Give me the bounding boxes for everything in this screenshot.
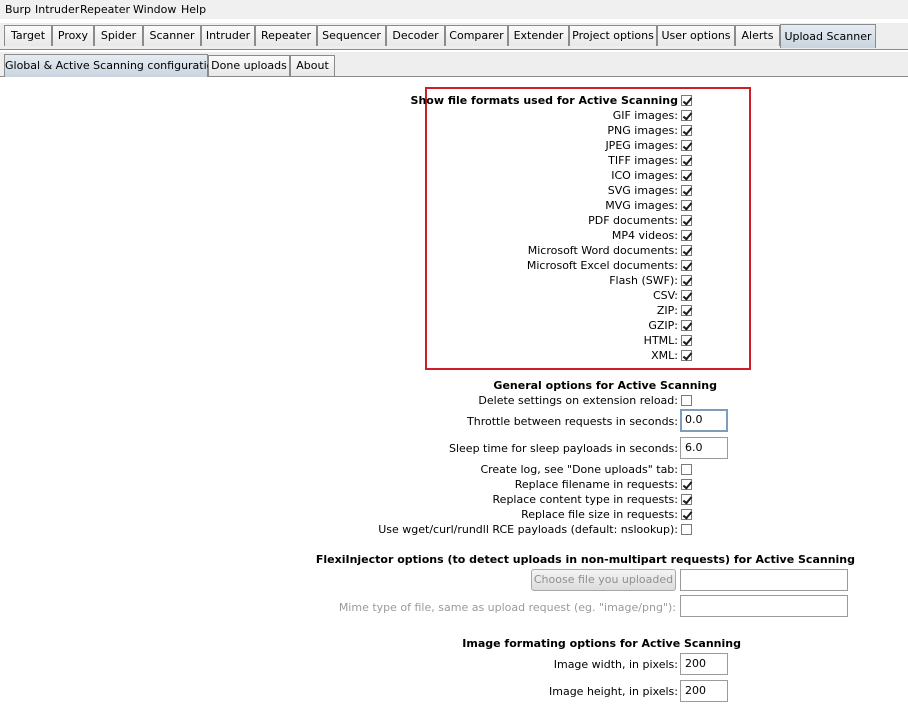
delete-settings-checkbox[interactable]: [681, 395, 692, 406]
tab-upload-scanner[interactable]: Upload Scanner: [780, 24, 876, 48]
replace-file-size-checkbox[interactable]: [681, 509, 692, 520]
file-format-checkbox[interactable]: [681, 215, 692, 226]
file-format-label: HTML:: [643, 334, 678, 347]
file-format-label: MVG images:: [605, 199, 678, 212]
tab-repeater[interactable]: Repeater: [255, 25, 317, 46]
create-log-label: Create log, see "Done uploads" tab:: [480, 463, 678, 476]
file-format-label: Microsoft Excel documents:: [526, 259, 678, 272]
file-format-checkbox[interactable]: [681, 110, 692, 121]
tab-intruder[interactable]: Intruder: [201, 25, 255, 46]
file-format-label: SVG images:: [607, 184, 678, 197]
tab-extender[interactable]: Extender: [508, 25, 569, 46]
tab-proxy[interactable]: Proxy: [52, 25, 94, 46]
file-format-checkbox[interactable]: [681, 260, 692, 271]
file-format-checkbox[interactable]: [681, 200, 692, 211]
menu-intruder[interactable]: Intruder: [35, 3, 79, 16]
file-format-checkbox[interactable]: [681, 230, 692, 241]
file-format-checkbox[interactable]: [681, 170, 692, 181]
sub-tab-bar: Global & Active Scanning configuration D…: [0, 52, 908, 77]
menubar: Burp Intruder Repeater Window Help: [0, 0, 908, 19]
file-format-label: XML:: [651, 349, 678, 362]
tab-user-options[interactable]: User options: [657, 25, 735, 46]
image-width-label: Image width, in pixels:: [553, 658, 678, 671]
image-options-header: Image formating options for Active Scann…: [462, 637, 741, 650]
flexi-header: FlexiInjector options (to detect uploads…: [315, 553, 855, 566]
image-height-input[interactable]: 200: [680, 680, 728, 702]
menu-window[interactable]: Window: [133, 3, 176, 16]
throttle-label: Throttle between requests in seconds:: [467, 415, 678, 428]
menu-repeater[interactable]: Repeater: [80, 3, 130, 16]
sleep-label: Sleep time for sleep payloads in seconds…: [449, 442, 678, 455]
replace-content-type-label: Replace content type in requests:: [492, 493, 678, 506]
mime-type-label: Mime type of file, same as upload reques…: [338, 601, 676, 614]
file-format-label: TIFF images:: [608, 154, 678, 167]
rce-payloads-label: Use wget/curl/rundll RCE payloads (defau…: [378, 523, 678, 536]
menu-help[interactable]: Help: [181, 3, 206, 16]
replace-file-size-label: Replace file size in requests:: [521, 508, 678, 521]
replace-filename-checkbox[interactable]: [681, 479, 692, 490]
file-format-checkbox[interactable]: [681, 125, 692, 136]
throttle-input[interactable]: 0.0: [680, 409, 728, 432]
file-format-checkbox[interactable]: [681, 335, 692, 346]
menu-burp[interactable]: Burp: [5, 3, 31, 16]
file-format-checkbox[interactable]: [681, 320, 692, 331]
file-format-label: GZIP:: [648, 319, 678, 332]
file-format-label: GIF images:: [612, 109, 678, 122]
tab-project-options[interactable]: Project options: [569, 25, 657, 46]
tab-decoder[interactable]: Decoder: [386, 25, 445, 46]
file-format-checkbox[interactable]: [681, 305, 692, 316]
choose-file-button[interactable]: Choose file you uploaded: [531, 569, 676, 591]
delete-settings-label: Delete settings on extension reload:: [478, 394, 678, 407]
file-formats-highlight-frame: [425, 87, 751, 370]
file-format-label: JPEG images:: [605, 139, 678, 152]
file-format-label: ICO images:: [611, 169, 678, 182]
tab-about[interactable]: About: [290, 55, 335, 76]
file-format-checkbox[interactable]: [681, 350, 692, 361]
file-format-label: Flash (SWF):: [609, 274, 678, 287]
tab-target[interactable]: Target: [4, 25, 52, 46]
tab-spider[interactable]: Spider: [94, 25, 143, 46]
file-format-label: CSV:: [653, 289, 678, 302]
file-format-checkbox[interactable]: [681, 155, 692, 166]
mime-type-input[interactable]: [680, 595, 848, 617]
file-format-checkbox[interactable]: [681, 140, 692, 151]
rce-payloads-checkbox[interactable]: [681, 524, 692, 535]
file-format-checkbox[interactable]: [681, 185, 692, 196]
replace-content-type-checkbox[interactable]: [681, 494, 692, 505]
tab-comparer[interactable]: Comparer: [445, 25, 508, 46]
tab-scanner[interactable]: Scanner: [143, 25, 201, 46]
file-format-checkbox[interactable]: [681, 245, 692, 256]
sleep-input[interactable]: 6.0: [680, 437, 728, 459]
file-format-checkbox[interactable]: [681, 290, 692, 301]
file-format-label: ZIP:: [656, 304, 678, 317]
file-format-label: PDF documents:: [588, 214, 678, 227]
general-options-header: General options for Active Scanning: [493, 379, 717, 392]
choose-file-path-field[interactable]: [680, 569, 848, 591]
tab-sequencer[interactable]: Sequencer: [317, 25, 386, 46]
main-tab-bar: Target Proxy Spider Scanner Intruder Rep…: [0, 23, 908, 50]
file-formats-header: Show file formats used for Active Scanni…: [410, 94, 678, 107]
tab-global-config[interactable]: Global & Active Scanning configuration: [4, 54, 220, 77]
create-log-checkbox[interactable]: [681, 464, 692, 475]
file-format-label: Microsoft Word documents:: [527, 244, 678, 257]
file-format-label: MP4 videos:: [611, 229, 678, 242]
tab-alerts[interactable]: Alerts: [735, 25, 780, 46]
image-height-label: Image height, in pixels:: [549, 685, 678, 698]
tab-done-uploads[interactable]: Done uploads: [208, 55, 290, 76]
file-formats-all-checkbox[interactable]: [681, 95, 692, 106]
image-width-input[interactable]: 200: [680, 653, 728, 675]
replace-filename-label: Replace filename in requests:: [514, 478, 678, 491]
file-format-label: PNG images:: [607, 124, 678, 137]
file-format-checkbox[interactable]: [681, 275, 692, 286]
